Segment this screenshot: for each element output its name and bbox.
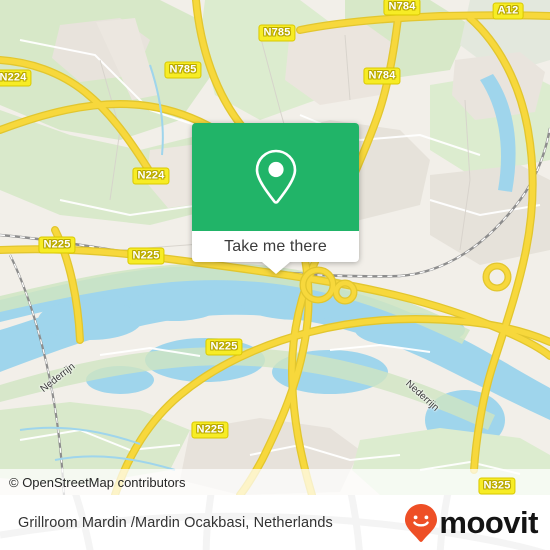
- place-name: Grillroom Mardin /Mardin Ocakbasi, Nethe…: [18, 514, 333, 531]
- map-pin-icon: [255, 149, 296, 204]
- moovit-brand[interactable]: moovit: [404, 495, 538, 550]
- road-shield: N784: [383, 0, 421, 16]
- screenshot-root: © OpenStreetMap contributors N784 A12 N785…: [0, 0, 550, 550]
- road-shield: N225: [205, 338, 243, 356]
- road-shield: N224: [0, 69, 32, 87]
- take-me-there-callout[interactable]: Take me there: [192, 123, 359, 274]
- attribution-text: © OpenStreetMap contributors: [9, 474, 186, 490]
- road-shield: N224: [132, 167, 170, 185]
- moovit-wordmark: moovit: [439, 505, 538, 540]
- road-shield: N225: [127, 247, 165, 265]
- road-shield: N225: [38, 236, 76, 254]
- callout-icon-panel: [192, 123, 359, 231]
- road-shield: N225: [191, 421, 229, 439]
- moovit-smiley-pin-icon: [405, 503, 438, 542]
- road-shield: N785: [258, 24, 296, 42]
- road-shield: N785: [164, 61, 202, 79]
- callout-label: Take me there: [224, 237, 327, 255]
- callout-pointer: [261, 262, 290, 274]
- road-shield: A12: [492, 2, 524, 20]
- map-attribution: © OpenStreetMap contributors: [0, 469, 550, 495]
- road-shield: N325: [478, 477, 516, 495]
- footer-bar: Grillroom Mardin /Mardin Ocakbasi, Nethe…: [0, 495, 550, 550]
- callout-label-panel[interactable]: Take me there: [192, 231, 359, 262]
- road-shield: N784: [363, 67, 401, 85]
